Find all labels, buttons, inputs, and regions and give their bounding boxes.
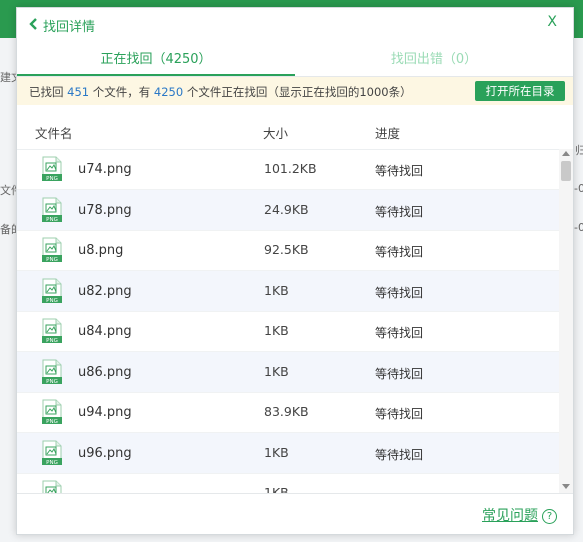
file-name: u84.png <box>78 324 132 339</box>
status-notice: 已找回 451 个文件，有 4250 个文件正在找回（显示正在找回的1000条）… <box>17 77 573 105</box>
file-name: u74.png <box>78 162 132 177</box>
png-file-icon: PNG <box>42 399 62 425</box>
notice-suffix: 个文件正在找回（显示正在找回的1000条） <box>183 85 412 99</box>
file-size: 83.9KB <box>264 404 309 419</box>
notice-text: 已找回 451 个文件，有 4250 个文件正在找回（显示正在找回的1000条） <box>29 84 412 100</box>
back-chevron-icon[interactable] <box>27 16 41 32</box>
dialog-title: 找回详情 <box>43 20 96 35</box>
png-file-icon: PNG <box>42 440 62 466</box>
background-text: -0 <box>574 182 583 195</box>
table-header: 文件名 大小 进度 <box>17 113 573 150</box>
table-row[interactable]: PNG u74.png 101.2KB 等待找回 <box>17 149 559 190</box>
notice-middle: 个文件，有 <box>89 85 154 99</box>
table-row[interactable]: PNG u86.png 1KB 等待找回 <box>17 352 559 393</box>
table-row[interactable]: PNG u82.png 1KB 等待找回 <box>17 271 559 312</box>
file-status: 等待找回 <box>375 286 424 300</box>
png-file-icon: PNG <box>42 156 62 182</box>
file-type-label: PNG <box>46 419 58 425</box>
table-row[interactable]: PNG u78.png 24.9KB 等待找回 <box>17 190 559 231</box>
file-type-label: PNG <box>46 176 58 182</box>
file-size: 1KB <box>264 283 289 298</box>
column-header-size[interactable]: 大小 <box>263 123 288 142</box>
file-name: u8.png <box>78 243 124 258</box>
table-row[interactable]: PNG 1KB <box>17 473 559 493</box>
file-name: u94.png <box>78 405 132 420</box>
file-type-label: PNG <box>46 298 58 304</box>
scroll-down-arrow-icon[interactable] <box>562 484 570 489</box>
file-size: 92.5KB <box>264 242 309 257</box>
faq-link[interactable]: 常见问题? <box>482 505 557 525</box>
background-text: 归 <box>575 144 583 157</box>
dialog-footer: 常见问题? <box>17 493 573 535</box>
file-type-label: PNG <box>46 338 58 344</box>
column-header-name[interactable]: 文件名 <box>35 123 73 142</box>
file-list[interactable]: PNG u74.png 101.2KB 等待找回 PNG u78.png 24.9KB 等待找… <box>17 149 559 493</box>
file-status: 等待找回 <box>375 164 424 178</box>
found-count: 451 <box>67 85 90 99</box>
png-file-icon: PNG <box>42 359 62 385</box>
notice-prefix: 已找回 <box>29 85 68 99</box>
file-size: 1KB <box>264 445 289 460</box>
file-status: 等待找回 <box>375 448 424 462</box>
close-button[interactable]: X <box>547 14 557 30</box>
background-text: -0 <box>574 221 583 234</box>
tab-bar: 正在找回（4250） 找回出错（0） <box>17 46 573 77</box>
file-name: u78.png <box>78 203 132 218</box>
file-type-label: PNG <box>46 460 58 466</box>
column-header-progress[interactable]: 进度 <box>375 123 400 142</box>
file-size: 24.9KB <box>264 202 309 217</box>
file-size: 1KB <box>264 323 289 338</box>
png-file-icon: PNG <box>42 237 62 263</box>
png-file-icon: PNG <box>42 197 62 223</box>
png-file-icon: PNG <box>42 318 62 344</box>
file-status: 等待找回 <box>375 245 424 259</box>
pending-count: 4250 <box>153 85 184 99</box>
scrollbar[interactable] <box>559 149 573 493</box>
help-circle-icon[interactable]: ? <box>542 509 557 524</box>
file-size: 1KB <box>264 485 289 493</box>
scrollbar-thumb[interactable] <box>561 161 571 181</box>
scroll-up-arrow-icon[interactable] <box>562 151 570 156</box>
table-row[interactable]: PNG u8.png 92.5KB 等待找回 <box>17 230 559 271</box>
file-name: u86.png <box>78 365 132 380</box>
file-status: 等待找回 <box>375 367 424 381</box>
file-name: u82.png <box>78 284 132 299</box>
png-file-icon: PNG <box>42 278 62 304</box>
file-size: 101.2KB <box>264 161 317 176</box>
recovery-details-dialog: 找回详情 X 正在找回（4250） 找回出错（0） 已找回 451 个文件，有 … <box>16 7 574 535</box>
png-file-icon: PNG <box>42 480 62 493</box>
dialog-title-bar: 找回详情 X <box>17 8 573 40</box>
file-name: u96.png <box>78 446 132 461</box>
file-size: 1KB <box>264 364 289 379</box>
file-type-label: PNG <box>46 217 58 223</box>
file-status: 等待找回 <box>375 407 424 421</box>
faq-label[interactable]: 常见问题 <box>482 508 538 524</box>
table-row[interactable]: PNG u84.png 1KB 等待找回 <box>17 311 559 352</box>
file-type-label: PNG <box>46 257 58 263</box>
tab-errors[interactable]: 找回出错（0） <box>295 46 573 76</box>
open-directory-button[interactable]: 打开所在目录 <box>475 81 565 101</box>
table-row[interactable]: PNG u96.png 1KB 等待找回 <box>17 433 559 474</box>
file-status: 等待找回 <box>375 205 424 219</box>
file-status: 等待找回 <box>375 326 424 340</box>
table-row[interactable]: PNG u94.png 83.9KB 等待找回 <box>17 392 559 433</box>
file-type-label: PNG <box>46 379 58 385</box>
tab-in-progress[interactable]: 正在找回（4250） <box>17 46 295 76</box>
